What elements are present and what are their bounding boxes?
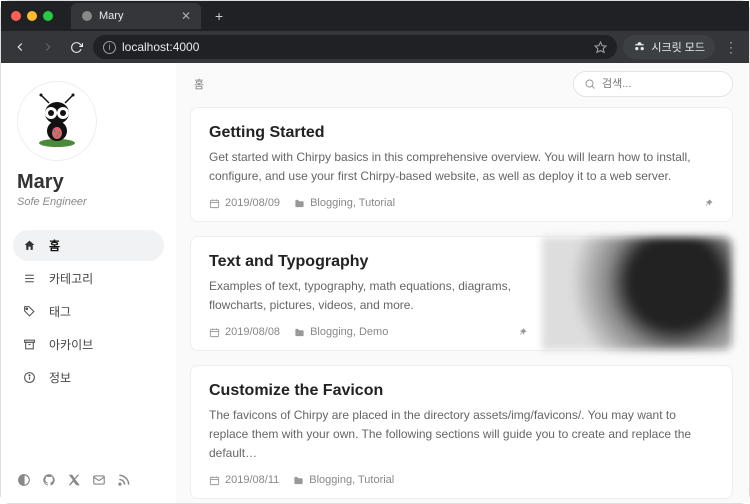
- post-date: 2019/08/09: [209, 197, 280, 209]
- nav-label: 정보: [49, 369, 71, 386]
- main-content: 홈 Getting Started Get started with Chirp…: [176, 63, 749, 503]
- post-title: Customize the Favicon: [209, 382, 714, 400]
- calendar-icon: [209, 327, 220, 338]
- nav-label: 카테고리: [49, 270, 93, 287]
- x-twitter-icon[interactable]: [67, 473, 81, 487]
- folder-icon: [294, 198, 305, 209]
- tab-close-button[interactable]: ✕: [181, 9, 191, 23]
- sidebar-footer: [13, 467, 164, 493]
- sidebar-nav: 홈 카테고리 태그 아카이브: [13, 230, 164, 393]
- url-input[interactable]: i localhost:4000: [93, 35, 617, 59]
- info-icon: [23, 371, 37, 384]
- post-categories: Blogging, Demo: [294, 326, 388, 338]
- site-title: Mary: [17, 171, 164, 194]
- post-card[interactable]: Text and Typography Examples of text, ty…: [190, 236, 733, 351]
- top-bar: 홈: [190, 71, 733, 97]
- search-box[interactable]: [573, 71, 733, 97]
- nav-about[interactable]: 정보: [13, 362, 164, 393]
- sidebar: Mary Sofe Engineer 홈 카테고리 태그: [1, 63, 176, 503]
- post-meta: 2019/08/09 Blogging, Tutorial: [209, 197, 714, 209]
- nav-label: 홈: [49, 237, 60, 254]
- incognito-label: 시크릿 모드: [651, 39, 705, 55]
- nav-label: 태그: [49, 303, 71, 320]
- search-input[interactable]: [602, 78, 744, 90]
- nav-tags[interactable]: 태그: [13, 296, 164, 327]
- search-icon: [584, 78, 596, 90]
- archive-icon: [23, 338, 37, 351]
- email-icon[interactable]: [92, 473, 106, 487]
- calendar-icon: [209, 475, 220, 486]
- browser-menu-button[interactable]: ⋮: [721, 39, 741, 56]
- back-button[interactable]: [9, 36, 31, 58]
- browser-tab[interactable]: Mary ✕: [71, 3, 201, 29]
- post-card[interactable]: Customize the Favicon The favicons of Ch…: [190, 365, 733, 499]
- tab-title: Mary: [99, 10, 175, 22]
- tab-favicon: [81, 10, 93, 22]
- new-tab-button[interactable]: +: [215, 8, 223, 24]
- theme-toggle-icon[interactable]: [17, 473, 31, 487]
- bookmark-star-icon[interactable]: [594, 41, 607, 54]
- post-meta: 2019/08/11 Blogging, Tutorial: [209, 474, 714, 486]
- folder-icon: [294, 327, 305, 338]
- window-minimize-button[interactable]: [27, 11, 37, 21]
- url-text: localhost:4000: [122, 40, 199, 54]
- incognito-icon: [633, 41, 646, 54]
- pin-icon: [703, 198, 714, 209]
- incognito-badge[interactable]: 시크릿 모드: [623, 35, 715, 59]
- folder-icon: [293, 475, 304, 486]
- post-categories: Blogging, Tutorial: [293, 474, 394, 486]
- home-icon: [23, 239, 37, 252]
- tag-icon: [23, 305, 37, 318]
- nav-label: 아카이브: [49, 336, 93, 353]
- reload-button[interactable]: [65, 36, 87, 58]
- github-icon[interactable]: [42, 473, 56, 487]
- address-bar: i localhost:4000 시크릿 모드 ⋮: [1, 31, 749, 63]
- calendar-icon: [209, 198, 220, 209]
- avatar[interactable]: [17, 81, 97, 161]
- browser-chrome: Mary ✕ + i localhost:4000 시크릿 모드 ⋮: [1, 1, 749, 63]
- window-maximize-button[interactable]: [43, 11, 53, 21]
- post-date: 2019/08/08: [209, 326, 280, 338]
- nav-home[interactable]: 홈: [13, 230, 164, 261]
- breadcrumb: 홈: [190, 76, 204, 92]
- site-subtitle: Sofe Engineer: [17, 196, 164, 208]
- post-date: 2019/08/11: [209, 474, 279, 486]
- nav-categories[interactable]: 카테고리: [13, 263, 164, 294]
- window-close-button[interactable]: [11, 11, 21, 21]
- avatar-image: [29, 93, 85, 149]
- post-title: Getting Started: [209, 124, 714, 142]
- site-info-icon[interactable]: i: [103, 41, 116, 54]
- post-excerpt: The favicons of Chirpy are placed in the…: [209, 406, 714, 462]
- list-icon: [23, 272, 37, 285]
- post-card[interactable]: Getting Started Get started with Chirpy …: [190, 107, 733, 222]
- post-title: Text and Typography: [209, 253, 528, 271]
- post-thumbnail: [542, 237, 732, 350]
- post-excerpt: Examples of text, typography, math equat…: [209, 277, 528, 314]
- post-excerpt: Get started with Chirpy basics in this c…: [209, 148, 714, 185]
- forward-button[interactable]: [37, 36, 59, 58]
- app-viewport: Mary Sofe Engineer 홈 카테고리 태그: [1, 63, 749, 503]
- rss-icon[interactable]: [117, 473, 131, 487]
- nav-archives[interactable]: 아카이브: [13, 329, 164, 360]
- pin-icon: [517, 327, 528, 338]
- post-meta: 2019/08/08 Blogging, Demo: [209, 326, 528, 338]
- window-titlebar: Mary ✕ +: [1, 1, 749, 31]
- post-categories: Blogging, Tutorial: [294, 197, 395, 209]
